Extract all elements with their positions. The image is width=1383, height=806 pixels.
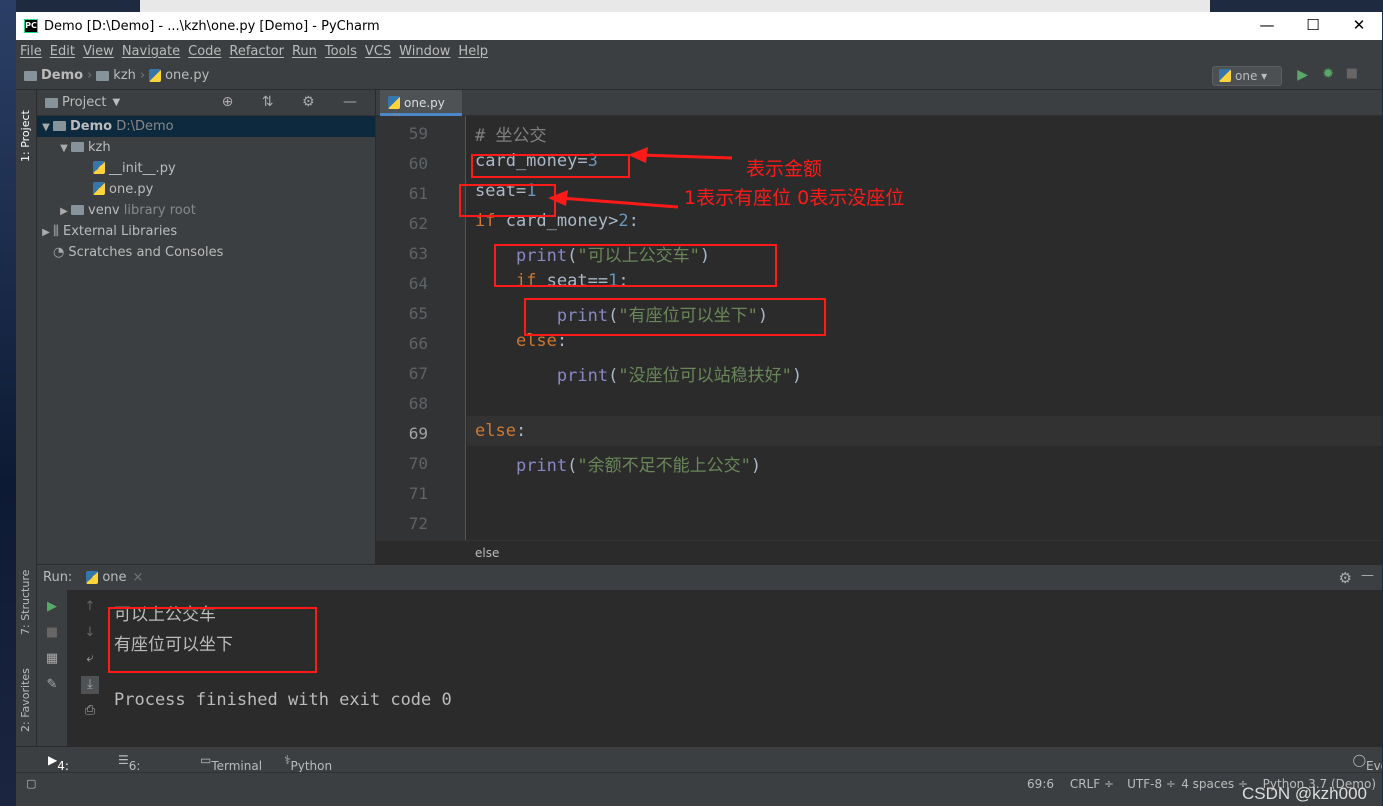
arrow-head-icon [548,190,568,206]
arrow-head-icon [628,147,648,163]
annotation-money: 表示金额 [746,158,823,180]
annotation-seat: 1表示有座位 0表示没座位 [684,187,905,209]
watermark: CSDN @kzh000 [1242,784,1367,803]
annotation-arrow-line [639,153,733,160]
annotation-arrow-line [559,196,679,209]
annotation-arrows [548,147,733,209]
